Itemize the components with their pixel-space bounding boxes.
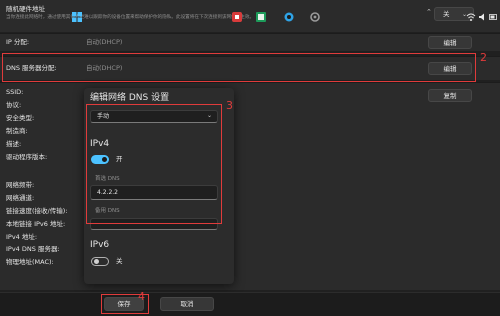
- ipv4-toggle-knob: [102, 157, 107, 162]
- dns-mode-select[interactable]: 手动 ⌄: [90, 110, 218, 123]
- annotation-number-4: 4: [138, 290, 145, 303]
- ip-assignment-row: [0, 33, 500, 51]
- ipv6-toggle-label: 关: [116, 257, 123, 265]
- speaker-icon[interactable]: [478, 7, 488, 21]
- edge-browser-icon[interactable]: [284, 7, 294, 22]
- annotation-number-3: 3: [226, 99, 233, 112]
- dialog-title: 编辑网络 DNS 设置: [90, 93, 170, 103]
- windows-start-icon[interactable]: [72, 7, 82, 22]
- ip-assignment-label: IP 分配:: [6, 38, 30, 46]
- dns-mode-value: 手动: [97, 113, 110, 120]
- chevron-up-icon[interactable]: ⌃: [426, 7, 436, 17]
- settings-icon[interactable]: [310, 7, 320, 22]
- ip-edit-button[interactable]: 编辑: [428, 36, 472, 49]
- prop-label-ipv4-address: IPv4 地址:: [6, 233, 38, 241]
- ip-assignment-value: 自动(DHCP): [86, 38, 123, 46]
- ipv4-heading: IPv4: [90, 139, 110, 149]
- chevron-down-icon: ⌄: [207, 112, 213, 119]
- alternate-dns-label: 备用 DNS: [95, 208, 120, 214]
- ipv4-toggle-label: 开: [116, 155, 123, 163]
- properties-card: [0, 82, 500, 290]
- prop-label-mac: 物理地址(MAC):: [6, 258, 54, 266]
- spreadsheet-icon[interactable]: [256, 7, 266, 22]
- preferred-dns-value: 4.2.2.2: [97, 189, 118, 196]
- prop-label-network-channel: 网络通道:: [6, 194, 35, 202]
- dns-assignment-label: DNS 服务器分配:: [6, 64, 57, 72]
- battery-icon[interactable]: [489, 7, 498, 20]
- ipv6-toggle[interactable]: [91, 257, 109, 266]
- preferred-dns-label: 首选 DNS: [95, 176, 120, 182]
- prop-label-manufacturer: 制造商:: [6, 127, 28, 135]
- copy-button[interactable]: 复制: [428, 89, 472, 102]
- app-icon[interactable]: [232, 7, 242, 22]
- taskbar: [0, 292, 500, 316]
- dns-edit-button[interactable]: 编辑: [428, 62, 472, 75]
- ipv4-toggle[interactable]: [91, 155, 109, 164]
- random-mac-description: 当你连接此网络时，通过使用其他人更难以跟踪你的设备位置来帮助保护你的隐私。此设置…: [6, 15, 255, 20]
- ipv6-heading: IPv6: [90, 240, 110, 250]
- prop-label-driver-version: 驱动程序版本:: [6, 153, 48, 161]
- alternate-dns-input[interactable]: [90, 218, 218, 230]
- prop-label-ipv4-dns: IPv4 DNS 服务器:: [6, 245, 60, 253]
- prop-label-network-band: 网络频带:: [6, 181, 35, 189]
- dns-assignment-row: [0, 56, 500, 80]
- prop-label-ssid: SSID:: [6, 88, 24, 96]
- cancel-button[interactable]: 取消: [160, 297, 214, 311]
- prop-label-ipv6-address: 本地链接 IPv6 地址:: [6, 220, 66, 228]
- prop-label-security-type: 安全类型:: [6, 114, 35, 122]
- random-mac-select-value: 关: [443, 10, 450, 18]
- prop-label-protocol: 协议:: [6, 101, 22, 109]
- prop-label-description: 描述:: [6, 140, 22, 148]
- dns-assignment-value: 自动(DHCP): [86, 64, 123, 72]
- ipv6-toggle-knob: [94, 259, 99, 264]
- prop-label-link-speed: 链接速度(接收/传输):: [6, 207, 68, 215]
- random-mac-title: 随机硬件地址: [6, 5, 45, 13]
- annotation-number-2: 2: [480, 51, 487, 64]
- preferred-dns-input[interactable]: 4.2.2.2: [90, 185, 218, 200]
- wifi-icon[interactable]: [466, 7, 476, 21]
